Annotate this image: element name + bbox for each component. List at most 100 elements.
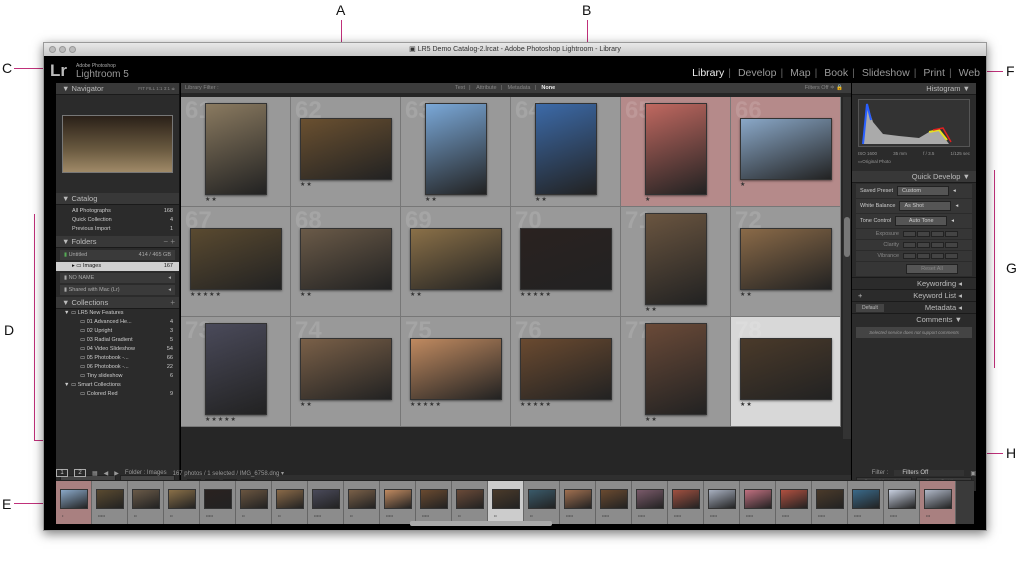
collection-item[interactable]: ▭ 06 Photobook -... 22 — [56, 363, 179, 372]
back-arrow-icon[interactable]: ◀ — [104, 470, 109, 477]
grid-scrollbar[interactable] — [843, 97, 851, 439]
star-rating[interactable]: ★★ — [535, 196, 548, 203]
filmstrip-scrollbar[interactable] — [410, 521, 552, 526]
filmstrip-thumbnail[interactable] — [636, 489, 664, 509]
volume-no-name[interactable]: ▮ NO NAME ◂ — [60, 273, 175, 283]
filmstrip-item[interactable]: ••••• — [704, 481, 740, 524]
main-window-button[interactable]: 1 — [56, 469, 68, 477]
star-rating[interactable]: ★★ — [645, 306, 658, 313]
filmstrip-item[interactable]: •• — [524, 481, 560, 524]
filmstrip-thumbnail[interactable] — [384, 489, 412, 509]
filmstrip-item[interactable]: ••••• — [740, 481, 776, 524]
reset-all-button[interactable]: Reset All — [906, 264, 958, 274]
photo-thumbnail[interactable] — [205, 103, 267, 195]
photo-thumbnail[interactable] — [425, 103, 487, 195]
filmstrip-item[interactable]: ••••• — [884, 481, 920, 524]
filmstrip-thumbnail[interactable] — [780, 489, 808, 509]
filter-none[interactable]: None — [541, 85, 555, 91]
grid-cell[interactable]: 62 ★★ — [291, 97, 401, 207]
collection-item[interactable]: ▭ 04 Video Slideshow 54 — [56, 345, 179, 354]
comments-header[interactable]: Comments ▼ — [852, 313, 976, 325]
folders-header[interactable]: ▼ Folders − + — [56, 236, 179, 248]
grid-cell[interactable]: 72 ★★ — [731, 207, 841, 317]
collection-item[interactable]: ▭ 01 Advanced He... 4 — [56, 318, 179, 327]
star-rating[interactable]: ★ — [740, 181, 746, 188]
original-photo-toggle[interactable]: ▭ Original Photo — [852, 159, 976, 165]
module-book[interactable]: Book — [824, 67, 848, 79]
photo-thumbnail[interactable] — [740, 228, 832, 290]
clarity-buttons[interactable] — [903, 242, 958, 248]
filmstrip-item[interactable]: •• — [128, 481, 164, 524]
grid-cell[interactable]: 69 ★★ — [401, 207, 511, 317]
folders-add-remove[interactable]: − + — [163, 236, 175, 248]
module-develop[interactable]: Develop — [738, 67, 777, 79]
saved-preset-select[interactable]: Custom — [897, 186, 950, 196]
collection-item[interactable]: ▭ 02 Upright 3 — [56, 327, 179, 336]
collections-add[interactable]: + — [170, 297, 175, 309]
grid-cell[interactable]: 68 ★★ — [291, 207, 401, 317]
vibrance-buttons[interactable] — [903, 253, 958, 259]
grid-cell[interactable]: 66 ★ — [731, 97, 841, 207]
navigator-header[interactable]: ▼ Navigator FIT FILL 1:1 3:1 ≑ — [56, 83, 179, 95]
filmstrip-thumbnail[interactable] — [420, 489, 448, 509]
collection-set[interactable]: ▼ ▭ Smart Collections — [56, 381, 179, 390]
filmstrip-item[interactable]: •• — [236, 481, 272, 524]
volume-shared[interactable]: ▮ Shared with Mac (Lr) ◂ — [60, 285, 175, 295]
filmstrip-thumbnail[interactable] — [60, 489, 88, 509]
module-library[interactable]: Library — [692, 67, 724, 79]
collection-item[interactable]: ▭ Tiny slideshow 6 — [56, 372, 179, 381]
catalog-item[interactable]: All Photographs 168 — [56, 207, 179, 216]
collection-item[interactable]: ▭ 03 Radial Gradient 5 — [56, 336, 179, 345]
filmstrip-item[interactable]: ••••• — [596, 481, 632, 524]
forward-arrow-icon[interactable]: ▶ — [114, 470, 119, 477]
filmstrip-thumbnail[interactable] — [132, 489, 160, 509]
filmstrip-item[interactable]: • — [56, 481, 92, 524]
filmstrip-item[interactable]: •• — [452, 481, 488, 524]
filmstrip-item[interactable]: ••••• — [812, 481, 848, 524]
collection-set[interactable]: ▼ ▭ LR5 New Features — [56, 309, 179, 318]
photo-thumbnail[interactable] — [300, 338, 392, 400]
metadata-header[interactable]: Default Metadata ◂ — [852, 301, 976, 313]
star-rating[interactable]: ★★ — [410, 291, 423, 298]
photo-thumbnail[interactable] — [645, 323, 707, 415]
second-window-button[interactable]: 2 — [74, 469, 86, 477]
histogram-graph[interactable] — [858, 99, 970, 147]
close-button[interactable] — [49, 46, 56, 53]
module-map[interactable]: Map — [790, 67, 810, 79]
photo-thumbnail[interactable] — [410, 338, 502, 400]
filmstrip-item[interactable]: ••••• — [632, 481, 668, 524]
volume-untitled[interactable]: ▮ Untitled 414 / 465 GB — [60, 250, 175, 260]
filmstrip-thumbnail[interactable] — [888, 489, 916, 509]
grid-cell[interactable]: 71 ★★ — [621, 207, 731, 317]
filmstrip-thumbnail[interactable] — [240, 489, 268, 509]
grid-icon[interactable]: ▦ — [92, 470, 98, 477]
photo-thumbnail[interactable] — [300, 118, 392, 180]
filmstrip-item[interactable]: ••••• — [308, 481, 344, 524]
catalog-item[interactable]: Previous Import 1 — [56, 225, 179, 234]
module-slideshow[interactable]: Slideshow — [862, 67, 910, 79]
grid-cell[interactable]: 63 ★★ — [401, 97, 511, 207]
metadata-preset-select[interactable]: Default — [856, 304, 884, 312]
star-rating[interactable]: ★★ — [645, 416, 658, 423]
keyword-list-header[interactable]: + Keyword List ◂ — [852, 289, 976, 301]
photo-thumbnail[interactable] — [740, 338, 832, 400]
filmstrip-thumbnail[interactable] — [492, 489, 520, 509]
filmstrip-thumbnail[interactable] — [564, 489, 592, 509]
filter-preset[interactable]: Filters Off ≑ 🔒 — [805, 83, 843, 93]
filmstrip-item[interactable]: •• — [272, 481, 308, 524]
collection-item[interactable]: ▭ 05 Photobook -... 66 — [56, 354, 179, 363]
filmstrip-item[interactable]: •• — [164, 481, 200, 524]
keywording-header[interactable]: Keywording ◂ — [852, 277, 976, 289]
grid-cell[interactable]: 70 ★★★★★ — [511, 207, 621, 317]
filmstrip-thumbnail[interactable] — [708, 489, 736, 509]
photo-thumbnail[interactable] — [645, 213, 707, 305]
minimize-button[interactable] — [59, 46, 66, 53]
folder-item-images[interactable]: ▸ ▭ Images 167 — [56, 262, 179, 271]
star-rating[interactable]: ★★ — [740, 291, 753, 298]
module-web[interactable]: Web — [959, 67, 980, 79]
filmstrip-thumbnail[interactable] — [528, 489, 556, 509]
filmstrip-item[interactable]: ••••• — [776, 481, 812, 524]
exposure-buttons[interactable] — [903, 231, 958, 237]
filmstrip-thumbnail[interactable] — [456, 489, 484, 509]
star-rating[interactable]: ★★ — [300, 291, 313, 298]
